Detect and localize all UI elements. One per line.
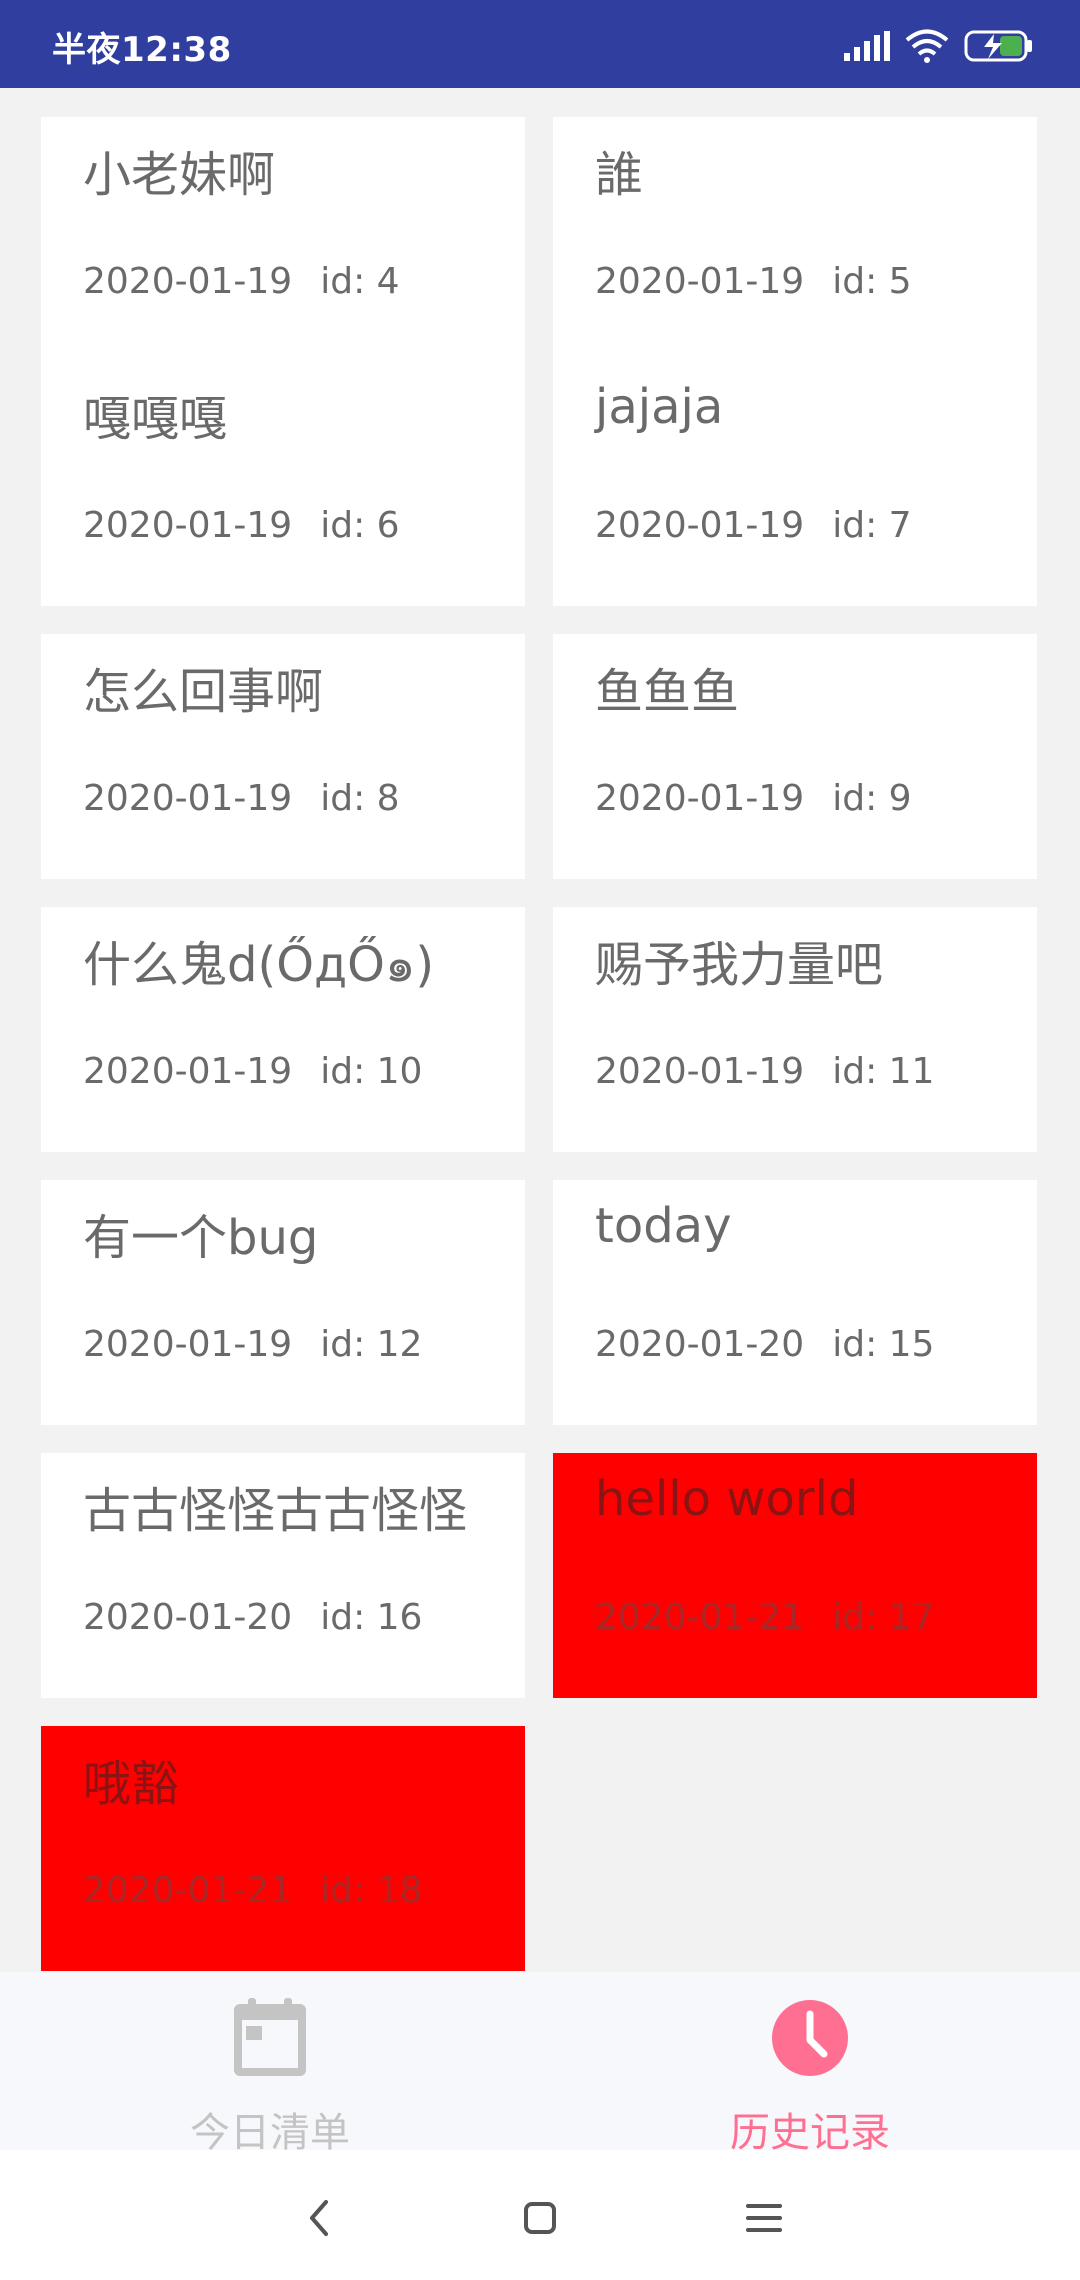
card-id: id: 12 [320, 1324, 423, 1365]
card-id: id: 11 [832, 1051, 935, 1092]
status-bar: 半夜12:38 [0, 0, 1080, 88]
card-title: 怎么回事啊 [83, 664, 324, 720]
card-id: id: 7 [832, 505, 912, 546]
status-time: 半夜12:38 [52, 30, 232, 70]
card-meta: 2020-01-19 id: 10 [83, 1051, 422, 1092]
history-card[interactable]: 誰 2020-01-19 id: 5 [553, 117, 1037, 362]
history-card-highlighted[interactable]: hello world 2020-01-21 id: 17 [553, 1453, 1037, 1698]
calendar-icon [234, 1998, 306, 2076]
card-meta: 2020-01-19 id: 7 [595, 505, 912, 546]
system-nav-bar [0, 2150, 1080, 2280]
card-meta: 2020-01-20 id: 15 [595, 1324, 934, 1365]
card-title: 誰 [595, 147, 644, 203]
wifi-icon [905, 29, 949, 63]
card-id: id: 17 [832, 1597, 935, 1638]
card-id: id: 16 [320, 1597, 423, 1638]
card-date: 2020-01-19 [83, 261, 293, 302]
tab-history[interactable]: 历史记录 [540, 1972, 1080, 2156]
history-card[interactable]: today 2020-01-20 id: 15 [553, 1180, 1037, 1425]
card-title: 嘎嘎嘎 [83, 391, 228, 447]
history-card[interactable]: 鱼鱼鱼 2020-01-19 id: 9 [553, 634, 1037, 879]
card-date: 2020-01-19 [83, 778, 293, 819]
card-id: id: 4 [320, 261, 400, 302]
card-title: today [595, 1198, 732, 1254]
card-meta: 2020-01-20 id: 16 [83, 1597, 422, 1638]
bottom-nav: 今日清单 历史记录 [0, 1972, 1080, 2156]
card-meta: 2020-01-21 id: 17 [595, 1597, 934, 1638]
card-id: id: 6 [320, 505, 400, 546]
card-title: jajaja [595, 379, 724, 435]
card-meta: 2020-01-19 id: 11 [595, 1051, 934, 1092]
card-meta: 2020-01-19 id: 5 [595, 261, 912, 302]
card-meta: 2020-01-19 id: 6 [83, 505, 400, 546]
history-card[interactable]: 嘎嘎嘎 2020-01-19 id: 6 [41, 361, 525, 606]
battery-charging-icon [964, 30, 1032, 62]
home-icon[interactable] [510, 2188, 570, 2248]
history-card[interactable]: 有一个bug 2020-01-19 id: 12 [41, 1180, 525, 1425]
card-date: 2020-01-19 [595, 1051, 805, 1092]
card-meta: 2020-01-19 id: 4 [83, 261, 400, 302]
history-card[interactable]: 小老妹啊 2020-01-19 id: 4 [41, 117, 525, 362]
card-id: id: 8 [320, 778, 400, 819]
signal-icon [844, 31, 890, 61]
card-meta: 2020-01-19 id: 12 [83, 1324, 422, 1365]
card-title: hello world [595, 1471, 859, 1527]
history-card[interactable]: 什么鬼d(ŐдŐ๑) 2020-01-19 id: 10 [41, 907, 525, 1152]
tab-today[interactable]: 今日清单 [0, 1972, 540, 2156]
card-title: 小老妹啊 [83, 147, 276, 203]
card-title: 什么鬼d(ŐдŐ๑) [83, 937, 435, 993]
history-grid: 小老妹啊 2020-01-19 id: 4 誰 2020-01-19 id: 5 嘎… [0, 88, 1080, 1972]
history-card[interactable]: jajaja 2020-01-19 id: 7 [553, 361, 1037, 606]
card-date: 2020-01-19 [83, 1051, 293, 1092]
card-date: 2020-01-20 [595, 1324, 805, 1365]
card-date: 2020-01-19 [595, 505, 805, 546]
back-icon[interactable] [290, 2188, 350, 2248]
card-date: 2020-01-20 [83, 1597, 293, 1638]
history-card[interactable]: 古古怪怪古古怪怪 2020-01-20 id: 16 [41, 1453, 525, 1698]
card-title: 哦豁 [83, 1756, 180, 1812]
card-date: 2020-01-19 [83, 1324, 293, 1365]
card-meta: 2020-01-19 id: 8 [83, 778, 400, 819]
card-id: id: 15 [832, 1324, 935, 1365]
status-icons [844, 26, 1034, 66]
history-card[interactable]: 赐予我力量吧 2020-01-19 id: 11 [553, 907, 1037, 1152]
card-date: 2020-01-21 [595, 1597, 805, 1638]
card-date: 2020-01-19 [595, 261, 805, 302]
clock-icon [772, 2000, 848, 2076]
card-id: id: 10 [320, 1051, 423, 1092]
card-date: 2020-01-21 [83, 1870, 293, 1911]
card-meta: 2020-01-21 id: 18 [83, 1870, 422, 1911]
card-title: 鱼鱼鱼 [595, 664, 740, 720]
card-title: 古古怪怪古古怪怪 [83, 1483, 468, 1539]
card-title: 有一个bug [83, 1210, 319, 1266]
card-id: id: 18 [320, 1870, 423, 1911]
card-meta: 2020-01-19 id: 9 [595, 778, 912, 819]
card-date: 2020-01-19 [595, 778, 805, 819]
card-id: id: 9 [832, 778, 912, 819]
card-date: 2020-01-19 [83, 505, 293, 546]
card-id: id: 5 [832, 261, 912, 302]
history-card-highlighted[interactable]: 哦豁 2020-01-21 id: 18 [41, 1726, 525, 1971]
menu-icon[interactable] [734, 2188, 794, 2248]
card-title: 赐予我力量吧 [595, 937, 884, 993]
history-card[interactable]: 怎么回事啊 2020-01-19 id: 8 [41, 634, 525, 879]
